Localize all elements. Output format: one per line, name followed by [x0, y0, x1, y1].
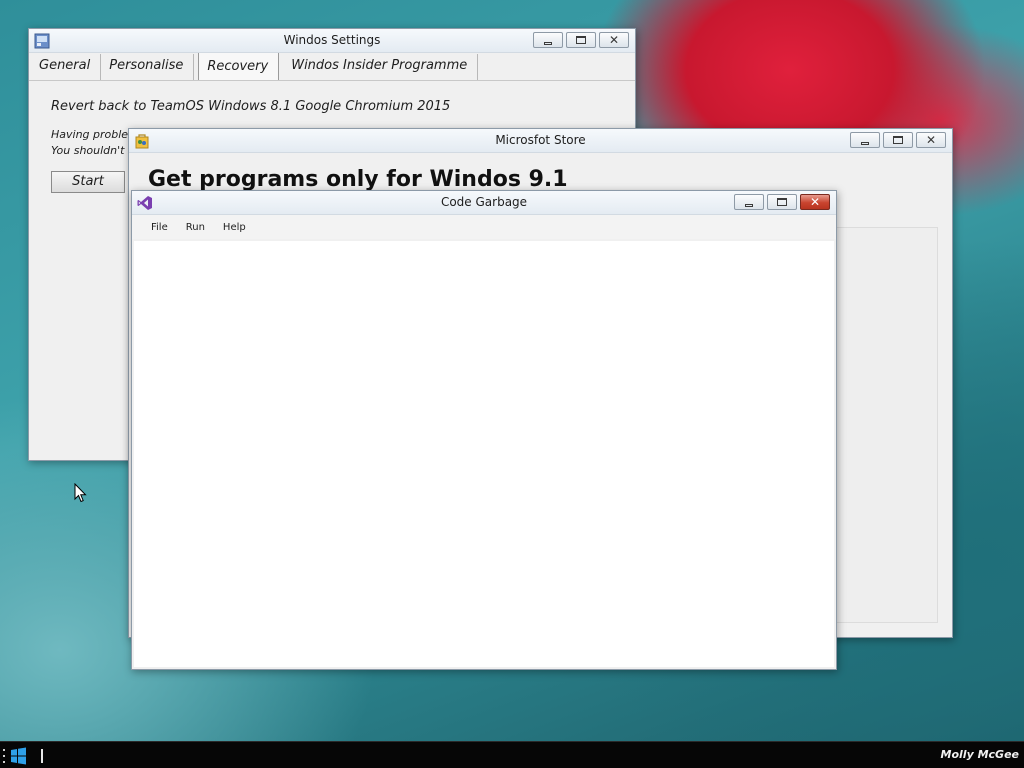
menu-run[interactable]: Run [177, 222, 214, 233]
user-name[interactable]: Molly McGee [941, 748, 1019, 761]
menu-file[interactable]: File [142, 222, 177, 233]
tab-recovery[interactable]: Recovery [198, 52, 280, 80]
code-titlebar[interactable]: Code Garbage ✕ [132, 191, 836, 215]
taskbar: Molly McGee [0, 741, 1024, 768]
store-titlebar[interactable]: Microsfot Store ✕ [129, 129, 952, 153]
mouse-pointer-icon [74, 483, 87, 503]
taskbar-search-caret[interactable] [41, 749, 43, 763]
maximize-button[interactable] [767, 194, 797, 210]
store-title: Microsfot Store [495, 133, 586, 147]
settings-tabs: General Personalise Recovery Windos Insi… [29, 52, 635, 81]
store-side-panel [828, 227, 938, 623]
minimize-icon [861, 141, 869, 145]
minimize-button[interactable] [734, 194, 764, 210]
code-title: Code Garbage [440, 195, 528, 209]
settings-titlebar[interactable]: Windos Settings ✕ [29, 29, 635, 53]
maximize-icon [777, 198, 787, 206]
close-icon: ✕ [925, 133, 937, 147]
close-button[interactable]: ✕ [599, 32, 629, 48]
maximize-button[interactable] [883, 132, 913, 148]
menu-bar: File Run Help [132, 215, 836, 239]
minimize-icon [745, 203, 753, 207]
code-editor-area[interactable] [134, 241, 834, 667]
maximize-icon [893, 136, 903, 144]
maximize-icon [576, 36, 586, 44]
close-button[interactable]: ✕ [800, 194, 830, 210]
minimize-button[interactable] [533, 32, 563, 48]
close-icon: ✕ [608, 33, 620, 47]
start-button[interactable]: Start [51, 171, 125, 193]
windows-logo-icon[interactable] [3, 747, 29, 765]
tab-windos-insider-programme[interactable]: Windos Insider Programme [283, 54, 479, 80]
close-button[interactable]: ✕ [916, 132, 946, 148]
tab-general[interactable]: General [31, 54, 102, 80]
menu-help[interactable]: Help [214, 222, 255, 233]
minimize-button[interactable] [850, 132, 880, 148]
code-garbage-window[interactable]: Code Garbage ✕ File Run Help [131, 190, 837, 670]
maximize-button[interactable] [566, 32, 596, 48]
close-icon: ✕ [809, 195, 821, 209]
minimize-icon [544, 41, 552, 45]
tab-personalise[interactable]: Personalise [101, 54, 195, 80]
recovery-heading: Revert back to TeamOS Windows 8.1 Google… [51, 99, 451, 114]
store-heading: Get programs only for Windos 9.1 [148, 167, 568, 192]
